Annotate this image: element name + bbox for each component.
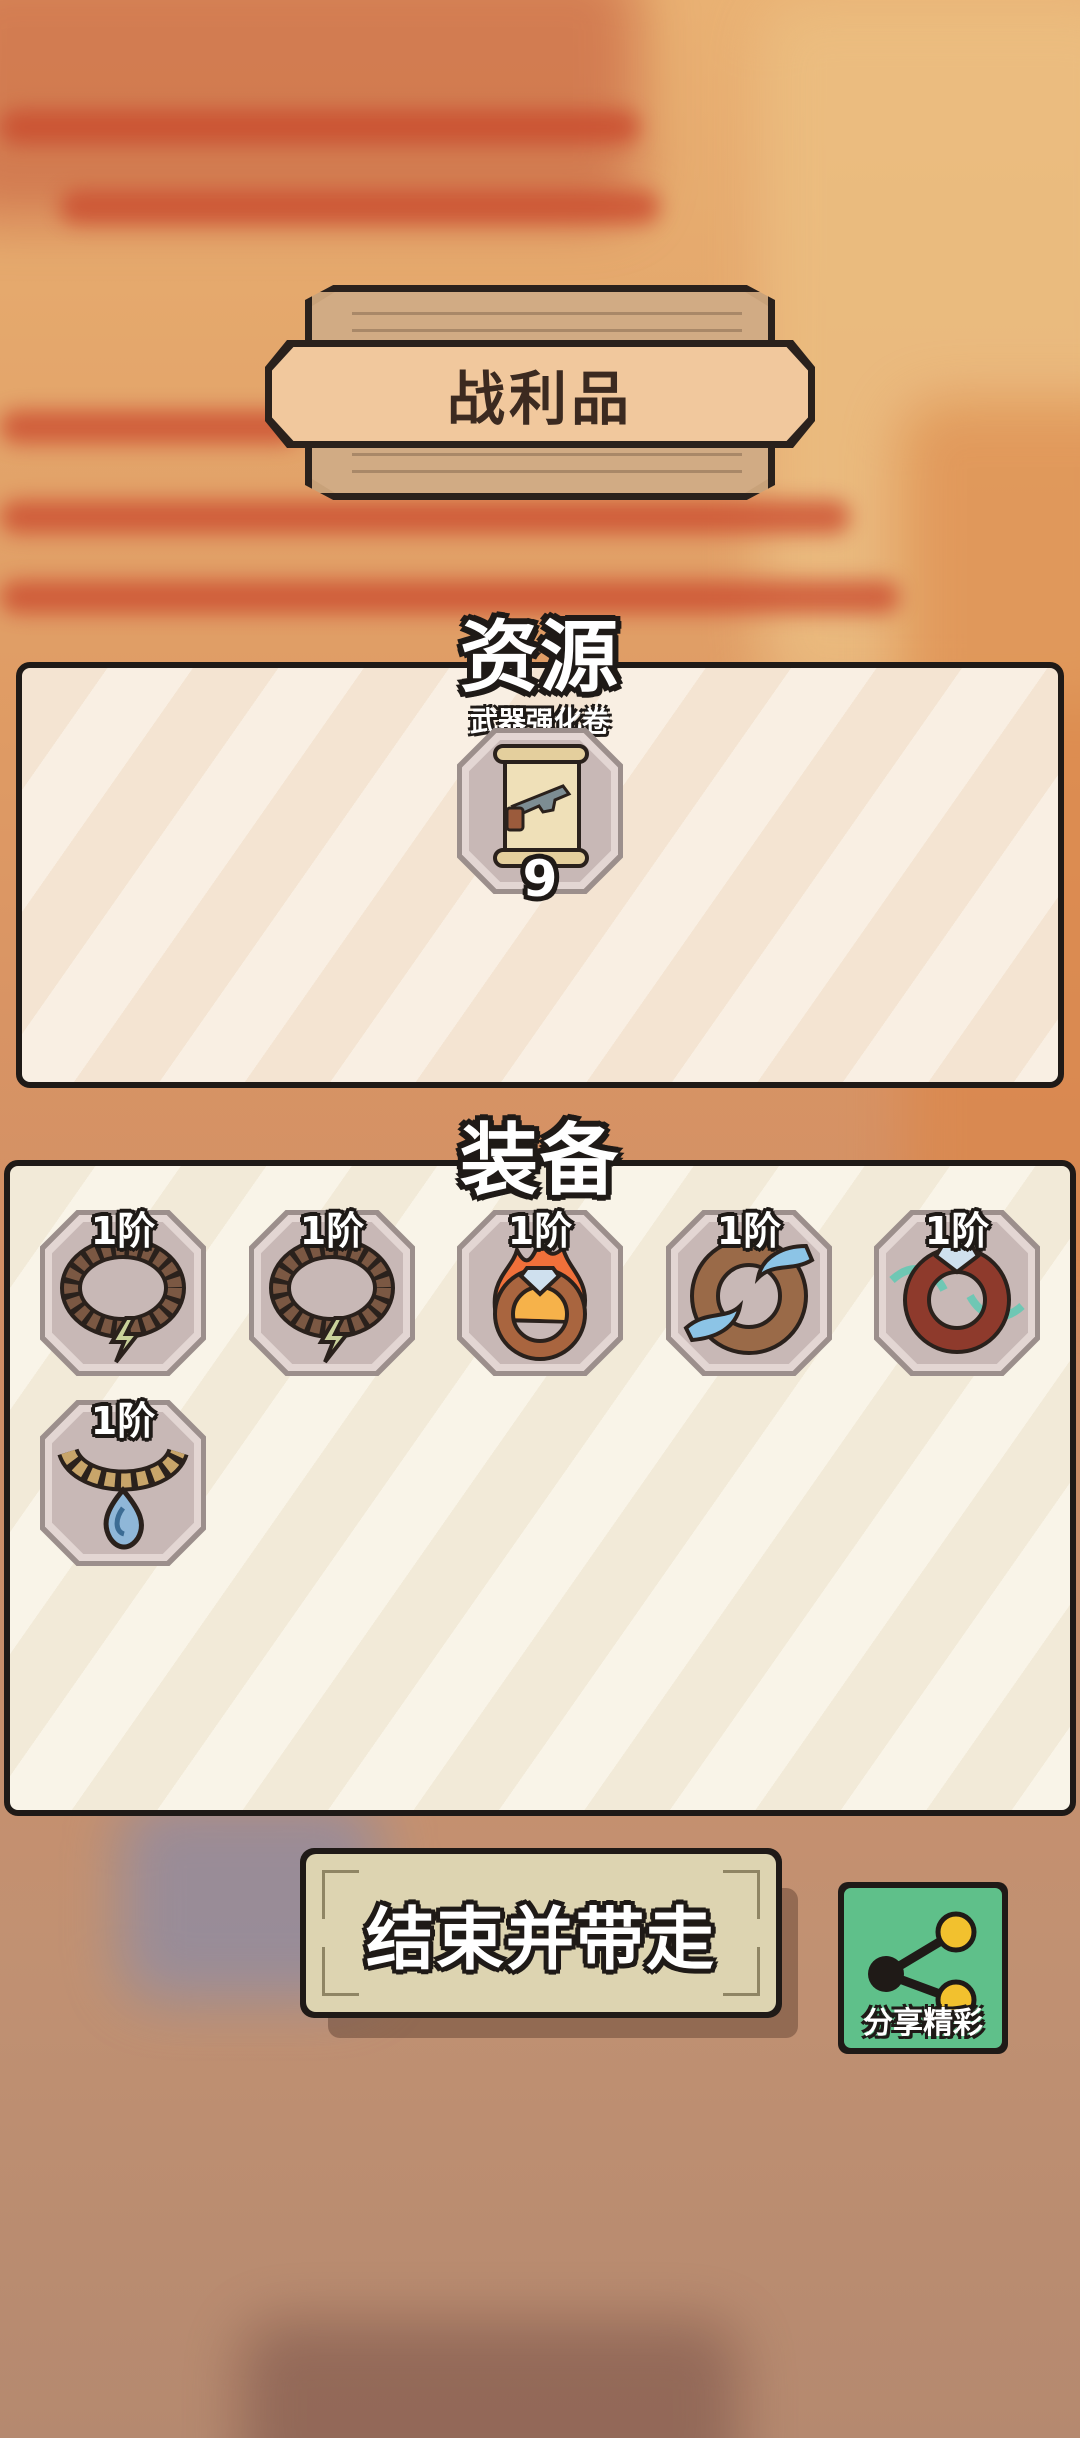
share-button[interactable]: 分享精彩 xyxy=(838,1882,1008,2054)
equipment-header: 装备 xyxy=(459,1116,620,1206)
resource-item[interactable]: 武器强化卷 9 xyxy=(457,700,623,908)
tier-label: 1阶 xyxy=(716,1209,782,1253)
equipment-item-5[interactable]: 1阶 xyxy=(874,1209,1040,1376)
equipment-item-1[interactable]: 1阶 xyxy=(40,1209,206,1376)
equipment-item-6[interactable]: 1阶 xyxy=(40,1399,206,1566)
share-label: 分享精彩 xyxy=(863,2006,983,2041)
resources-header: 资源 xyxy=(459,613,620,703)
tier-label: 1阶 xyxy=(90,1399,156,1443)
tier-label: 1阶 xyxy=(299,1209,365,1253)
end-and-take-button[interactable]: 结束并带走 xyxy=(300,1848,798,2038)
equipment-item-2[interactable]: 1阶 xyxy=(249,1209,415,1376)
tier-label: 1阶 xyxy=(90,1209,156,1253)
scroll-gun-icon: 9 xyxy=(457,728,623,908)
equipment-item-4[interactable]: 1阶 xyxy=(666,1209,832,1376)
equipment-item-3[interactable]: 1阶 xyxy=(457,1209,623,1376)
tier-label: 1阶 xyxy=(507,1209,573,1253)
tier-label: 1阶 xyxy=(924,1209,990,1253)
loot-title-banner: 战利品 xyxy=(265,285,815,500)
resource-count: 9 xyxy=(522,850,558,908)
page-title: 战利品 xyxy=(446,365,633,433)
end-and-take-label: 结束并带走 xyxy=(365,1900,716,1980)
